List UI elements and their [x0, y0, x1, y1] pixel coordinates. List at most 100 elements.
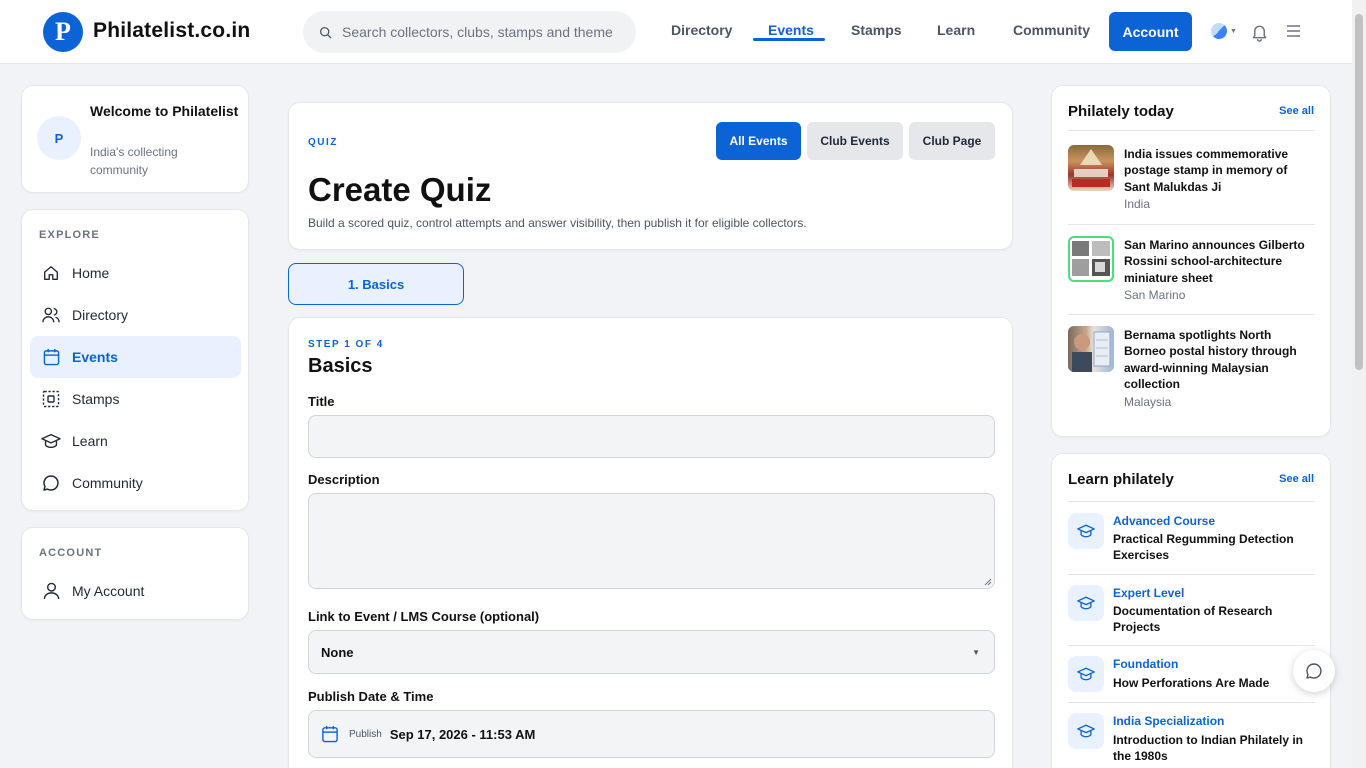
theme-toggle[interactable]: ▼ [1211, 23, 1237, 39]
title-field-wrap [308, 415, 995, 458]
page-description: Build a scored quiz, control attempts an… [308, 216, 807, 230]
course-level[interactable]: Advanced Course [1113, 514, 1215, 528]
menu-icon[interactable] [1286, 24, 1301, 38]
description-label: Description [308, 472, 380, 487]
welcome-subtitle: India's collecting community [90, 145, 178, 177]
news-title[interactable]: Bernama spotlights North Borneo postal h… [1124, 327, 1308, 392]
divider [1068, 574, 1315, 575]
publish-label: Publish Date & Time [308, 689, 434, 704]
news-country: India [1124, 197, 1151, 211]
learn-see-all-link[interactable]: See all [1279, 473, 1314, 485]
sidebar-item-label: Learn [72, 433, 108, 449]
bell-icon[interactable] [1250, 22, 1269, 42]
page-scrollbar[interactable] [1352, 0, 1366, 768]
explore-label: EXPLORE [39, 229, 100, 241]
sidebar-item-my-account[interactable]: My Account [30, 570, 241, 612]
sidebar-item-label: Community [72, 475, 143, 491]
top-header: P Philatelist.co.in Directory Events Sta… [0, 0, 1366, 64]
news-country: Malaysia [1124, 395, 1172, 409]
site-name[interactable]: Philatelist.co.in [93, 19, 250, 43]
course-title[interactable]: Documentation of Research Projects [1113, 603, 1313, 636]
page-header-card: QUIZ All Events Club Events Club Page Cr… [288, 102, 1013, 250]
stamp-icon [42, 390, 60, 408]
today-title: Philately today [1068, 103, 1174, 120]
description-textarea[interactable] [309, 494, 994, 588]
sidebar-item-stamps[interactable]: Stamps [30, 378, 241, 420]
publish-sub-label: Publish [349, 728, 382, 740]
link-select[interactable]: None ▼ [308, 630, 995, 674]
link-label: Link to Event / LMS Course (optional) [308, 609, 540, 624]
news-thumbnail[interactable] [1068, 326, 1114, 372]
news-title[interactable]: India issues commemorative postage stamp… [1124, 146, 1308, 195]
course-icon [1068, 513, 1104, 549]
search-input[interactable] [342, 24, 612, 40]
step-indicator: STEP 1 OF 4 [308, 339, 384, 350]
course-level[interactable]: Foundation [1113, 657, 1178, 671]
title-label: Title [308, 394, 335, 409]
graduation-cap-icon [1077, 724, 1095, 738]
nav-learn[interactable]: Learn [937, 22, 975, 38]
calendar-icon [43, 348, 59, 366]
sidebar-item-community[interactable]: Community [30, 462, 241, 504]
course-title[interactable]: How Perforations Are Made [1113, 675, 1313, 691]
nav-stamps[interactable]: Stamps [851, 22, 902, 38]
nav-community[interactable]: Community [1013, 22, 1090, 38]
explore-nav: EXPLORE Home Directory Events Stamps Lea… [21, 209, 249, 511]
club-events-button[interactable]: Club Events [807, 122, 903, 160]
divider [1068, 645, 1315, 646]
account-label: ACCOUNT [39, 547, 103, 559]
publish-datetime-value: Sep 17, 2026 - 11:53 AM [389, 726, 536, 742]
welcome-card: P Welcome to Philatelist India's collect… [21, 85, 249, 193]
avatar: P [37, 116, 81, 160]
course-title[interactable]: Introduction to Indian Philately in the … [1113, 732, 1313, 765]
calendar-icon [322, 725, 338, 743]
course-level[interactable]: India Specialization [1113, 714, 1224, 728]
chevron-down-icon: ▼ [1230, 27, 1237, 35]
title-input[interactable] [309, 416, 994, 457]
description-field-wrap [308, 493, 995, 589]
publish-datetime-picker[interactable]: Publish Sep 17, 2026 - 11:53 AM [308, 710, 995, 758]
sidebar-item-events[interactable]: Events [30, 336, 241, 378]
divider [1068, 501, 1315, 502]
course-icon [1068, 713, 1104, 749]
sidebar-item-learn[interactable]: Learn [30, 420, 241, 462]
step-tab-basics[interactable]: 1. Basics [288, 263, 464, 305]
course-level[interactable]: Expert Level [1113, 586, 1184, 600]
learn-title: Learn philately [1068, 471, 1174, 488]
nav-events[interactable]: Events [768, 22, 814, 38]
quiz-form-card: STEP 1 OF 4 Basics Title Description Lin… [288, 317, 1013, 768]
news-title[interactable]: San Marino announces Gilberto Rossini sc… [1124, 237, 1308, 286]
today-see-all-link[interactable]: See all [1279, 105, 1314, 117]
resize-handle-icon[interactable] [984, 578, 992, 586]
divider [1068, 130, 1315, 131]
divider [1068, 702, 1315, 703]
sidebar-item-directory[interactable]: Directory [30, 294, 241, 336]
club-page-button[interactable]: Club Page [909, 122, 995, 160]
news-thumbnail[interactable] [1068, 145, 1114, 191]
sidebar-item-label: Home [72, 265, 110, 281]
user-icon [43, 582, 59, 600]
philately-today-card: Philately today See all India issues com… [1051, 85, 1331, 437]
all-events-button[interactable]: All Events [716, 122, 801, 160]
course-icon [1068, 656, 1104, 692]
news-thumbnail[interactable] [1068, 236, 1114, 282]
logo-icon[interactable]: P [43, 12, 83, 52]
sidebar-item-label: Stamps [72, 391, 120, 407]
chat-fab-button[interactable] [1293, 650, 1335, 692]
home-icon [44, 266, 58, 280]
account-button[interactable]: Account [1109, 12, 1192, 51]
chat-icon [43, 475, 59, 491]
search-bar[interactable] [303, 11, 636, 53]
link-select-value: None [321, 644, 354, 660]
scrollbar-thumb[interactable] [1355, 14, 1363, 370]
course-title[interactable]: Practical Regumming Detection Exercises [1113, 531, 1313, 564]
page-kicker: QUIZ [308, 137, 338, 148]
page-title: Create Quiz [308, 171, 492, 208]
news-country: San Marino [1124, 288, 1186, 302]
graduation-cap-icon [41, 433, 61, 449]
nav-directory[interactable]: Directory [671, 22, 732, 38]
sidebar-item-label: My Account [72, 583, 145, 599]
sidebar-item-label: Events [72, 349, 118, 365]
sidebar-item-home[interactable]: Home [30, 252, 241, 294]
graduation-cap-icon [1077, 596, 1095, 610]
